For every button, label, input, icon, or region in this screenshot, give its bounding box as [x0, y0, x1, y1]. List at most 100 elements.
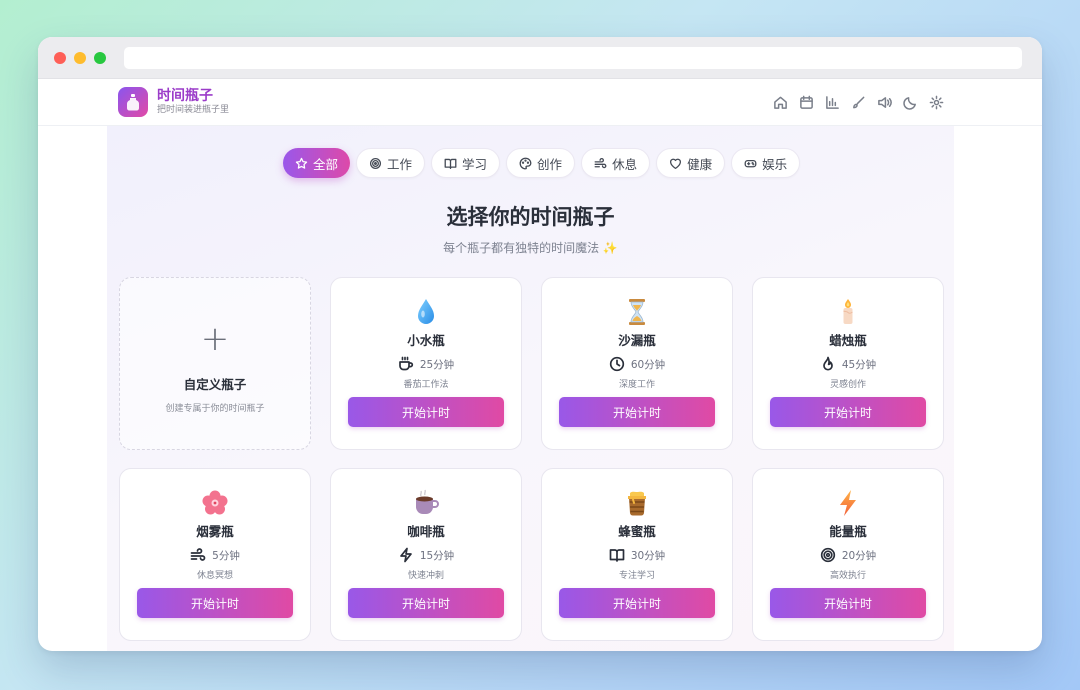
bottle-desc: 专注学习: [618, 571, 655, 581]
hourglass-emoji: [623, 297, 651, 327]
plus-icon: +: [200, 318, 230, 359]
bottle-card-honey: 蜂蜜瓶 30分钟 专注学习 开始计时: [541, 468, 733, 641]
bottle-name: 蜂蜜瓶: [618, 524, 656, 539]
moon-icon[interactable]: [902, 94, 918, 110]
blossom-emoji: [201, 488, 229, 518]
target-icon: [820, 547, 835, 563]
flame-icon: [822, 356, 833, 371]
wind-icon: [594, 157, 607, 168]
start-timer-button[interactable]: 开始计时: [559, 397, 715, 427]
duration-text: 30分钟: [630, 549, 666, 562]
home-icon[interactable]: [772, 94, 788, 110]
gamepad-icon: [744, 159, 757, 167]
duration-text: 25分钟: [419, 358, 455, 371]
lightning-emoji: [834, 488, 862, 518]
bottle-duration: 25分钟: [398, 356, 454, 372]
bottle-name: 沙漏瓶: [618, 333, 656, 348]
start-timer-button[interactable]: 开始计时: [770, 588, 926, 618]
chart-icon[interactable]: [824, 94, 840, 110]
duration-text: 5分钟: [212, 549, 240, 562]
browser-window: 时间瓶子 把时间装进瓶子里 全部 工作 学习 创作 休息 健康 娱乐 选择你的时…: [38, 37, 1042, 651]
volume-icon[interactable]: [876, 94, 892, 110]
bottle-duration: 60分钟: [609, 356, 665, 372]
tab-entertainment[interactable]: 娱乐: [731, 148, 801, 178]
tab-label: 健康: [687, 156, 713, 172]
bolt-icon: [399, 547, 412, 563]
app-header: 时间瓶子 把时间装进瓶子里: [38, 79, 1042, 126]
tab-label: 休息: [612, 156, 638, 172]
tab-health[interactable]: 健康: [656, 148, 726, 178]
maximize-window-button[interactable]: [94, 51, 106, 64]
start-timer-button[interactable]: 开始计时: [137, 588, 293, 618]
bottle-duration: 30分钟: [609, 547, 665, 563]
book-icon: [609, 549, 625, 562]
header-toolbar: [772, 94, 944, 110]
page-title: 选择你的时间瓶子: [446, 205, 615, 229]
bottle-name: 咖啡瓶: [407, 524, 445, 539]
start-timer-button[interactable]: 开始计时: [559, 588, 715, 618]
bottle-name: 小水瓶: [407, 333, 445, 348]
bottle-name: 能量瓶: [829, 524, 867, 539]
app-subtitle: 把时间装进瓶子里: [157, 105, 230, 115]
wind-icon: [190, 548, 206, 561]
clock-icon: [609, 356, 624, 372]
duration-text: 20分钟: [841, 549, 877, 562]
tab-label: 创作: [537, 156, 563, 172]
address-bar[interactable]: [124, 46, 1022, 69]
bottle-duration: 45分钟: [820, 356, 876, 372]
brush-icon[interactable]: [850, 94, 866, 110]
bottle-card-coffee: 咖啡瓶 15分钟 快速冲刺 开始计时: [330, 468, 522, 641]
tab-label: 学习: [462, 156, 488, 172]
minimize-window-button[interactable]: [74, 51, 86, 64]
bottle-desc: 灵感创作: [829, 380, 866, 390]
heart-icon: [670, 158, 682, 169]
section-heading: 选择你的时间瓶子 每个瓶子都有独特的时间魔法 ✨: [107, 201, 954, 256]
bottle-duration: 15分钟: [398, 547, 454, 563]
start-timer-button[interactable]: 开始计时: [770, 397, 926, 427]
tab-work[interactable]: 工作: [356, 148, 426, 178]
honey-pot-emoji: [623, 488, 651, 518]
bottle-card-hourglass: 沙漏瓶 60分钟 深度工作 开始计时: [541, 277, 733, 450]
bottle-grid: + 自定义瓶子 创建专属于你的时间瓶子 小水瓶 25分钟 番茄工作法 开始计时: [119, 277, 944, 641]
page-subtitle: 每个瓶子都有独特的时间魔法 ✨: [443, 241, 618, 255]
bottle-card-water: 小水瓶 25分钟 番茄工作法 开始计时: [330, 277, 522, 450]
bottle-duration: 5分钟: [190, 547, 240, 563]
bottle-desc: 番茄工作法: [403, 380, 449, 390]
target-icon: [369, 157, 382, 169]
tab-study[interactable]: 学习: [431, 148, 501, 178]
custom-card-subtitle: 创建专属于你的时间瓶子: [165, 403, 265, 414]
bottle-card-smoke: 烟雾瓶 5分钟 休息冥想 开始计时: [119, 468, 311, 641]
tab-label: 工作: [387, 156, 413, 172]
custom-bottle-card[interactable]: + 自定义瓶子 创建专属于你的时间瓶子: [119, 277, 311, 450]
close-window-button[interactable]: [54, 51, 66, 64]
bottle-name: 烟雾瓶: [196, 524, 234, 539]
tab-label: 全部: [313, 156, 339, 172]
tab-create[interactable]: 创作: [506, 148, 576, 178]
coffee-cup-emoji: [412, 488, 440, 518]
palette-icon: [519, 157, 532, 169]
tab-all[interactable]: 全部: [283, 148, 351, 178]
calendar-icon[interactable]: [798, 94, 814, 110]
duration-text: 15分钟: [419, 549, 455, 562]
tab-label: 娱乐: [762, 156, 788, 172]
duration-text: 45分钟: [841, 358, 877, 371]
main-content: 全部 工作 学习 创作 休息 健康 娱乐 选择你的时间瓶子 每个瓶子都有独特的时…: [107, 126, 954, 651]
brand[interactable]: 时间瓶子 把时间装进瓶子里: [118, 87, 229, 117]
bottle-desc: 高效执行: [829, 571, 866, 581]
start-timer-button[interactable]: 开始计时: [348, 588, 504, 618]
tab-rest[interactable]: 休息: [581, 148, 651, 178]
bottle-card-energy: 能量瓶 20分钟 高效执行 开始计时: [752, 468, 944, 641]
bottle-name: 蜡烛瓶: [829, 333, 867, 348]
bottle-desc: 深度工作: [618, 380, 655, 390]
start-timer-button[interactable]: 开始计时: [348, 397, 504, 427]
category-tabs: 全部 工作 学习 创作 休息 健康 娱乐: [283, 148, 801, 178]
gear-icon[interactable]: [928, 94, 944, 110]
book-icon: [444, 158, 457, 169]
app-title: 时间瓶子: [157, 88, 213, 104]
duration-text: 60分钟: [630, 358, 666, 371]
bottle-duration: 20分钟: [820, 547, 876, 563]
bottle-desc: 休息冥想: [196, 571, 233, 581]
bottle-logo-icon: [118, 87, 148, 117]
browser-chrome: [38, 37, 1042, 79]
droplet-emoji: [412, 297, 440, 327]
